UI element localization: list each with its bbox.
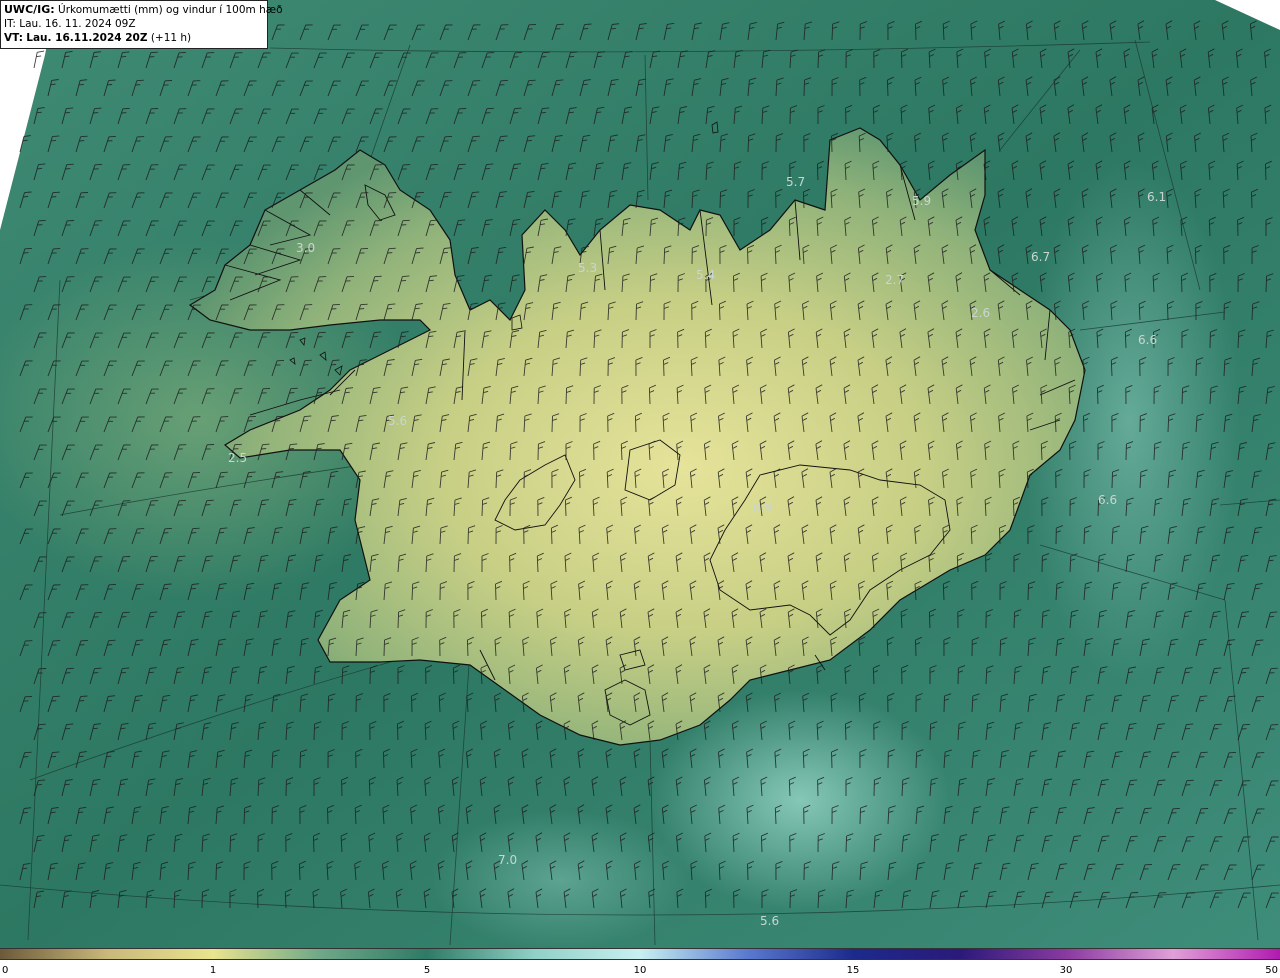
value-label: 2.6 bbox=[971, 306, 990, 320]
colorbar-gradient bbox=[0, 948, 1280, 960]
value-label: 2.7 bbox=[885, 273, 904, 287]
value-label: 0.9 bbox=[753, 501, 772, 515]
colorbar-tick: 10 bbox=[633, 965, 647, 976]
value-label: 3.0 bbox=[296, 241, 315, 255]
lead-time: (+11 h) bbox=[150, 32, 192, 44]
value-label: 2.5 bbox=[228, 451, 247, 465]
issue-time: Lau. 16. 11. 2024 09Z bbox=[19, 18, 136, 30]
model-name: UWC/IG: bbox=[4, 3, 55, 16]
valid-label: VT: bbox=[4, 32, 23, 44]
colorbar-tick: 50 bbox=[1265, 965, 1278, 976]
colorbar-tick: 0 bbox=[2, 965, 9, 976]
precipitation-wind-map: 3.0 5.3 5.4 5.7 5.9 6.1 6.7 2.7 2.6 6.6 … bbox=[0, 0, 1280, 948]
value-label: 7.0 bbox=[498, 853, 517, 867]
colorbar: 0 1 5 10 15 30 50 bbox=[0, 948, 1280, 978]
colorbar-tick: 30 bbox=[1059, 965, 1073, 976]
value-label: 5.7 bbox=[786, 175, 805, 189]
map-title: Úrkomumætti (mm) og vindur í 100m hæð bbox=[58, 4, 283, 16]
field-southwest-blob bbox=[430, 810, 690, 948]
colorbar-tick: 5 bbox=[423, 965, 431, 976]
value-label: 5.6 bbox=[760, 914, 779, 928]
value-label: 6.6 bbox=[1138, 333, 1157, 347]
map-info-box: UWC/IG: Úrkomumætti (mm) og vindur í 100… bbox=[0, 0, 283, 49]
valid-time: Lau. 16.11.2024 20Z bbox=[26, 32, 148, 44]
colorbar-tick: 1 bbox=[209, 965, 217, 976]
value-label: 5.6 bbox=[388, 414, 407, 428]
issue-label: IT: bbox=[4, 18, 16, 30]
value-label: 5.3 bbox=[578, 261, 597, 275]
value-label: 6.6 bbox=[1098, 493, 1117, 507]
value-label: 5.4 bbox=[696, 268, 715, 282]
value-label: 6.7 bbox=[1031, 250, 1050, 264]
value-label: 5.9 bbox=[912, 194, 931, 208]
colorbar-tick: 15 bbox=[846, 965, 860, 976]
value-label: 6.1 bbox=[1147, 190, 1166, 204]
